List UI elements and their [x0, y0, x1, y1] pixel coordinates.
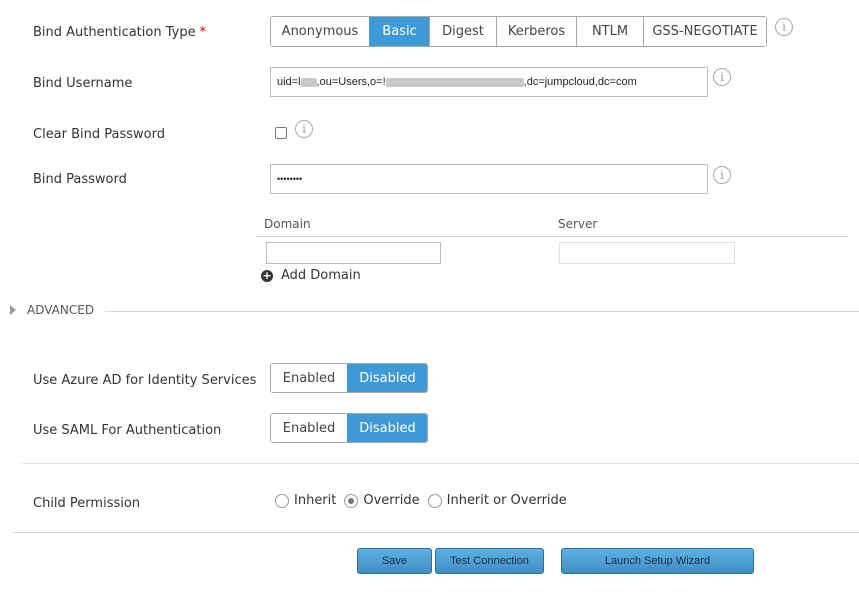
auth-option-basic[interactable]: Basic [369, 17, 429, 46]
required-mark: * [199, 25, 207, 40]
radio-button[interactable] [275, 493, 289, 508]
advanced-label: ADVANCED [27, 303, 95, 317]
radio-override-label: Override [363, 493, 420, 508]
footer-divider [12, 532, 859, 533]
auth-option-ntlm[interactable]: NTLM [576, 17, 643, 46]
saml-label: Use SAML For Authentication [33, 423, 222, 438]
azure-ad-toggle: Enabled Disabled [270, 363, 428, 393]
add-domain-label: Add Domain [281, 268, 361, 283]
info-icon[interactable]: i [775, 18, 793, 36]
radio-button[interactable] [344, 493, 359, 508]
save-button[interactable]: Save [357, 548, 432, 574]
azure-ad-label: Use Azure AD for Identity Services [33, 373, 257, 388]
auth-option-digest[interactable]: Digest [429, 17, 496, 46]
azure-ad-disabled[interactable]: Disabled [347, 364, 427, 392]
advanced-toggle[interactable]: ADVANCED [10, 303, 94, 317]
server-input[interactable] [559, 242, 735, 264]
info-icon[interactable]: i [713, 68, 731, 86]
section-divider [22, 463, 859, 464]
radio-inherit[interactable]: Inherit [275, 493, 336, 508]
auth-option-anonymous[interactable]: Anonymous [271, 17, 369, 46]
server-column-header: Server [558, 217, 598, 231]
radio-inherit-or-override[interactable]: Inherit or Override [427, 493, 567, 508]
bind-password-input[interactable]: •••••••• [270, 164, 708, 194]
saml-toggle: Enabled Disabled [270, 413, 428, 443]
bind-username-mid: ,ou=Users,o=! [316, 76, 386, 88]
plus-circle-icon: + [261, 268, 273, 282]
bind-auth-type-label: Bind Authentication Type * [33, 25, 207, 40]
saml-enabled[interactable]: Enabled [271, 414, 348, 442]
add-domain-link[interactable]: + Add Domain [261, 268, 361, 283]
triangle-right-icon [10, 305, 16, 315]
radio-inherit-label: Inherit [294, 493, 337, 508]
domain-column-header: Domain [264, 217, 311, 231]
bind-auth-type-selector: Anonymous Basic Digest Kerberos NTLM GSS… [270, 16, 767, 47]
info-icon[interactable]: i [295, 120, 313, 138]
launch-setup-wizard-button[interactable]: Launch Setup Wizard [561, 548, 754, 574]
radio-inherit-or-override-label: Inherit or Override [446, 493, 567, 508]
bind-password-label: Bind Password [33, 172, 127, 187]
auth-option-gss-negotiate[interactable]: GSS-NEGOTIATE [643, 17, 766, 46]
radio-button[interactable] [427, 493, 442, 508]
advanced-divider [105, 311, 859, 312]
test-connection-button[interactable]: Test Connection [435, 548, 544, 574]
bind-username-suffix: ,dc=jumpcloud,dc=com [523, 76, 637, 88]
child-permission-radio-group: Inherit Override Inherit or Override [275, 493, 575, 508]
azure-ad-enabled[interactable]: Enabled [271, 364, 348, 392]
radio-override[interactable]: Override [344, 493, 420, 508]
child-permission-label: Child Permission [33, 496, 141, 511]
domain-table-divider [256, 236, 848, 237]
clear-bind-password-label: Clear Bind Password [33, 127, 166, 142]
auth-option-kerberos[interactable]: Kerberos [496, 17, 576, 46]
bind-username-label: Bind Username [33, 76, 133, 91]
bind-username-prefix: uid=l [277, 76, 301, 88]
clear-bind-password-checkbox[interactable] [275, 127, 287, 139]
saml-disabled[interactable]: Disabled [347, 414, 427, 442]
redacted-block [300, 77, 317, 87]
bind-username-input[interactable]: uid=l ,ou=Users,o=! ,dc=jumpcloud,dc=com [270, 67, 708, 97]
redacted-block [385, 77, 524, 87]
info-icon[interactable]: i [713, 166, 731, 184]
domain-input[interactable] [266, 242, 441, 264]
